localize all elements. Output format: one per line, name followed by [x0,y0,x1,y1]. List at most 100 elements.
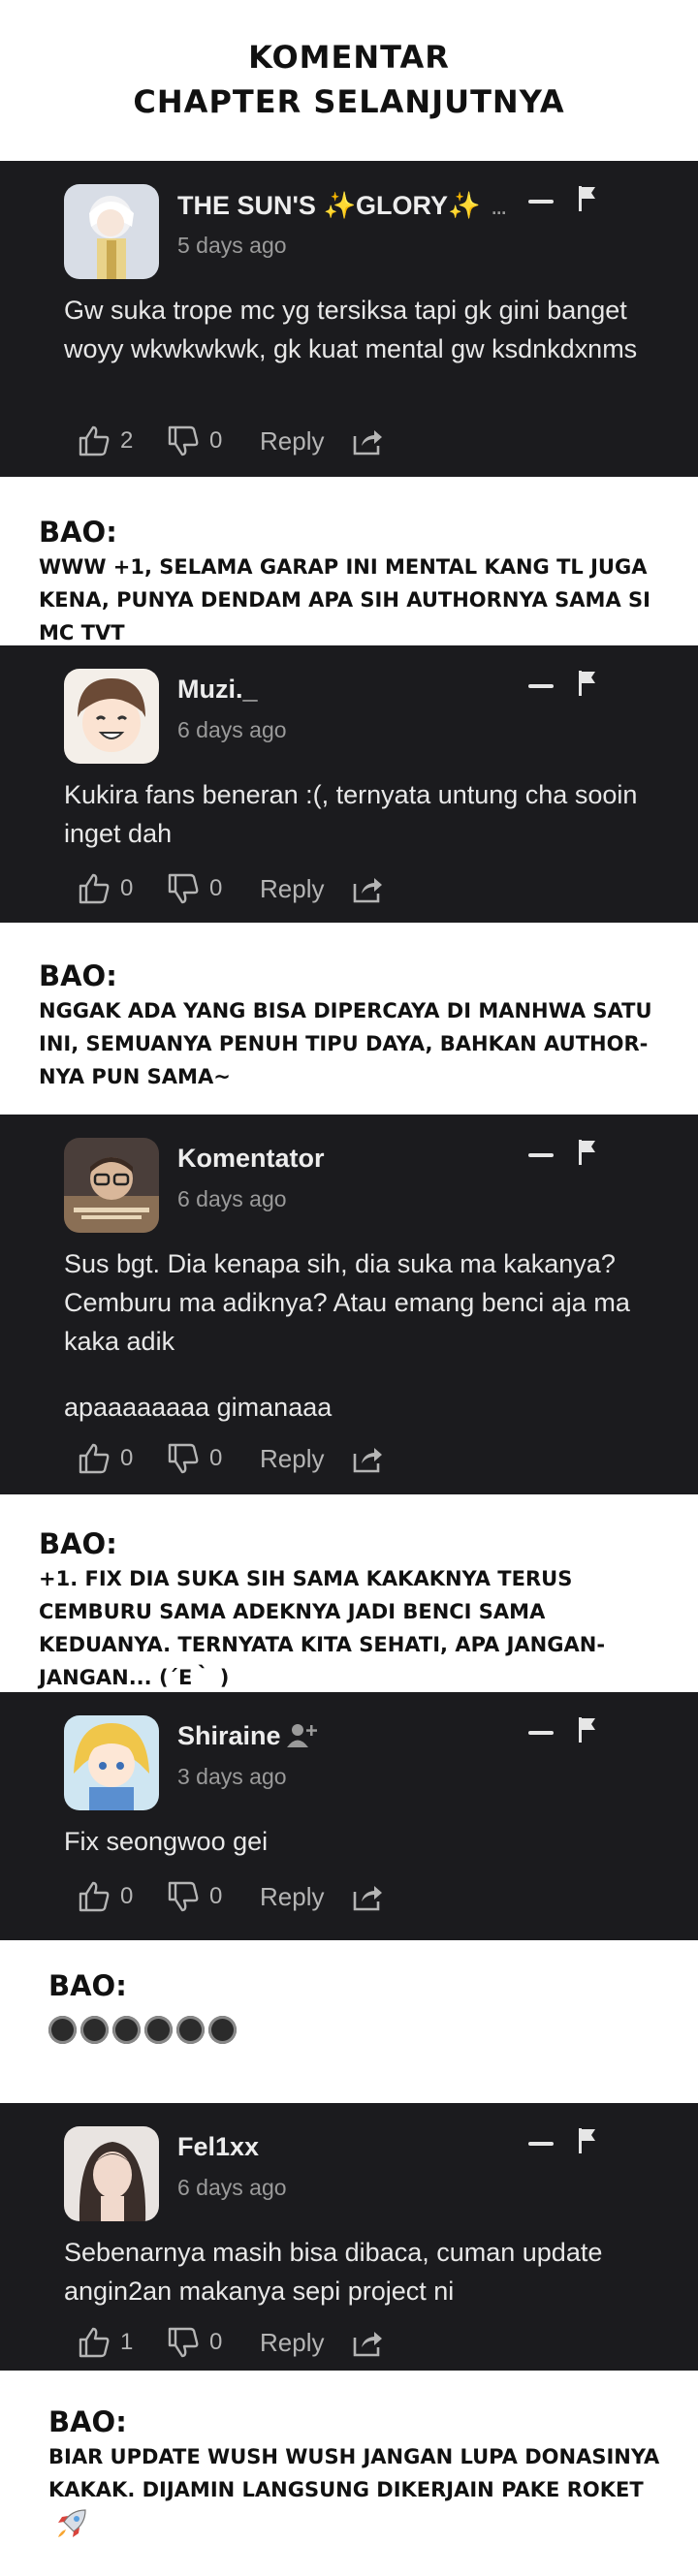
timestamp: 6 days ago [177,2175,287,2200]
note-text: +1. FIX DIA SUKA SIH SAMA KAKAKNYA TERUS… [39,1567,606,1689]
note-author: BAO: [39,516,117,549]
comment-paragraph: Sebenarnya masih bisa dibaca, cuman upda… [64,2238,603,2306]
dislike-count: 0 [209,1445,223,1471]
like-icon[interactable] [78,2326,111,2359]
username[interactable]: Fel1xx [177,2132,259,2162]
like-count: 0 [120,875,134,901]
comment-paragraph: Kukira fans beneran :(, ternyata untung … [64,780,638,848]
comment-body: Kukira fans beneran :(, ternyata untung … [64,775,665,880]
username-truncation: ... [492,199,507,218]
dislike-icon[interactable] [167,1442,200,1475]
like-count: 0 [120,1445,134,1471]
avatar-glasses-man-icon [64,1138,159,1233]
share-icon[interactable] [351,1442,384,1475]
header-line-1: KOMENTAR [248,39,450,76]
translator-note: BAO: NGGAK ADA YANG BISA DIPERCAYA DI MA… [39,958,669,1093]
dislike-icon[interactable] [167,2326,200,2359]
note-author: BAO: [48,2405,127,2438]
like-count: 2 [120,427,134,454]
dislike-count: 0 [209,427,223,454]
comment-actions: 2 0 Reply [0,424,698,463]
like-icon[interactable] [78,872,111,905]
dislike-icon[interactable] [167,424,200,457]
username[interactable]: Komentator [177,1144,325,1174]
page-header: KOMENTAR CHAPTER SELANJUTNYA [0,35,698,124]
flag-icon[interactable] [578,1717,597,1743]
comment-actions: 0 0 Reply [0,1442,698,1481]
anime-avatar-white-hair-icon [64,184,159,279]
note-text: WWW +1, SELAMA GARAP INI MENTAL KANG TL … [39,555,650,644]
comment-paragraph: Sus bgt. Dia kenapa sih, dia suka ma kak… [64,1249,630,1356]
username[interactable]: Muzi._ [177,675,258,705]
translator-note: BAO: BIAR UPDATE WUSH WUSH JANGAN LUPA D… [48,2403,679,2545]
dislike-count: 0 [209,1883,223,1909]
username[interactable]: THE SUN'S ✨GLORY✨ ... [177,190,506,221]
reply-button[interactable]: Reply [260,1444,324,1474]
comment-card: Shiraine 3 days ago Fix seongwoo gei 0 0… [0,1692,698,1940]
user-avatar[interactable] [64,1715,159,1810]
like-icon[interactable] [78,1442,111,1475]
note-text: BIAR UPDATE WUSH WUSH JANGAN LUPA DONASI… [48,2440,679,2545]
timestamp: 6 days ago [177,717,287,742]
timestamp: 5 days ago [177,233,287,258]
like-count: 0 [120,1883,134,1909]
reply-button[interactable]: Reply [260,2328,324,2358]
user-avatar[interactable] [64,669,159,764]
like-icon[interactable] [78,424,111,457]
flag-icon[interactable] [578,671,597,696]
page: KOMENTAR CHAPTER SELANJUTNYA THE SUN'S ✨… [0,0,698,2576]
share-icon[interactable] [351,2326,384,2359]
flag-icon[interactable] [578,1140,597,1165]
comment-body: Fix seongwoo gei [64,1822,665,1888]
collapse-icon[interactable] [528,1731,554,1735]
comment-paragraph: Fix seongwoo gei [64,1827,269,1856]
translator-note: BAO: WWW +1, SELAMA GARAP INI MENTAL KAN… [39,514,669,649]
comment-actions: 1 0 Reply [0,2326,698,2365]
anime-avatar-smiling-boy-icon [64,669,159,764]
user-avatar[interactable] [64,184,159,279]
anime-avatar-blonde-girl-icon [64,1715,159,1810]
comment-actions: 0 0 Reply [0,1880,698,1919]
share-icon[interactable] [351,872,384,905]
share-icon[interactable] [351,1880,384,1913]
comment-body: Sebenarnya masih bisa dibaca, cuman upda… [64,2233,665,2338]
comment-card: THE SUN'S ✨GLORY✨ ... 5 days ago Gw suka… [0,161,698,477]
note-text: NGGAK ADA YANG BISA DIPERCAYA DI MANHWA … [39,999,652,1088]
comment-body: Gw suka trope mc yg tersiksa tapi gk gin… [64,291,665,395]
flag-icon[interactable] [578,2128,597,2153]
like-count: 1 [120,2329,134,2355]
photo-avatar-girl-icon [64,2126,159,2221]
collapse-icon[interactable] [528,684,554,688]
reply-button[interactable]: Reply [260,426,324,456]
dislike-count: 0 [209,875,223,901]
timestamp: 6 days ago [177,1186,287,1211]
comment-actions: 0 0 Reply [0,872,698,911]
note-author: BAO: [39,1527,117,1560]
comment-paragraph: Gw suka trope mc yg tersiksa tapi gk gin… [64,296,638,363]
header-line-2: CHAPTER SELANJUTNYA [133,83,565,120]
timestamp: 3 days ago [177,1764,287,1789]
note-author: BAO: [48,1969,127,2002]
comment-card: Muzi._ 6 days ago Kukira fans beneran :(… [0,645,698,923]
dislike-count: 0 [209,2329,223,2355]
dislike-icon[interactable] [167,872,200,905]
add-friend-icon[interactable] [287,1721,318,1748]
share-icon[interactable] [351,424,384,457]
reply-button[interactable]: Reply [260,1882,324,1912]
rocket-emoji-icon [58,2509,86,2537]
comment-paragraph: apaaaaaaaa gimanaaa [64,1393,333,1422]
user-avatar[interactable] [64,1138,159,1233]
comment-card: Komentator 6 days ago Sus bgt. Dia kenap… [0,1115,698,1494]
dislike-icon[interactable] [167,1880,200,1913]
note-author: BAO: [39,959,117,992]
username[interactable]: Shiraine [177,1721,281,1751]
comment-card: Fel1xx 6 days ago Sebenarnya masih bisa … [0,2103,698,2371]
collapse-icon[interactable] [528,1153,554,1157]
like-icon[interactable] [78,1880,111,1913]
collapse-icon[interactable] [528,200,554,204]
flag-icon[interactable] [578,186,597,211]
reply-button[interactable]: Reply [260,874,324,904]
user-avatar[interactable] [64,2126,159,2221]
collapse-icon[interactable] [528,2142,554,2146]
translator-note: BAO: [48,1967,679,2044]
